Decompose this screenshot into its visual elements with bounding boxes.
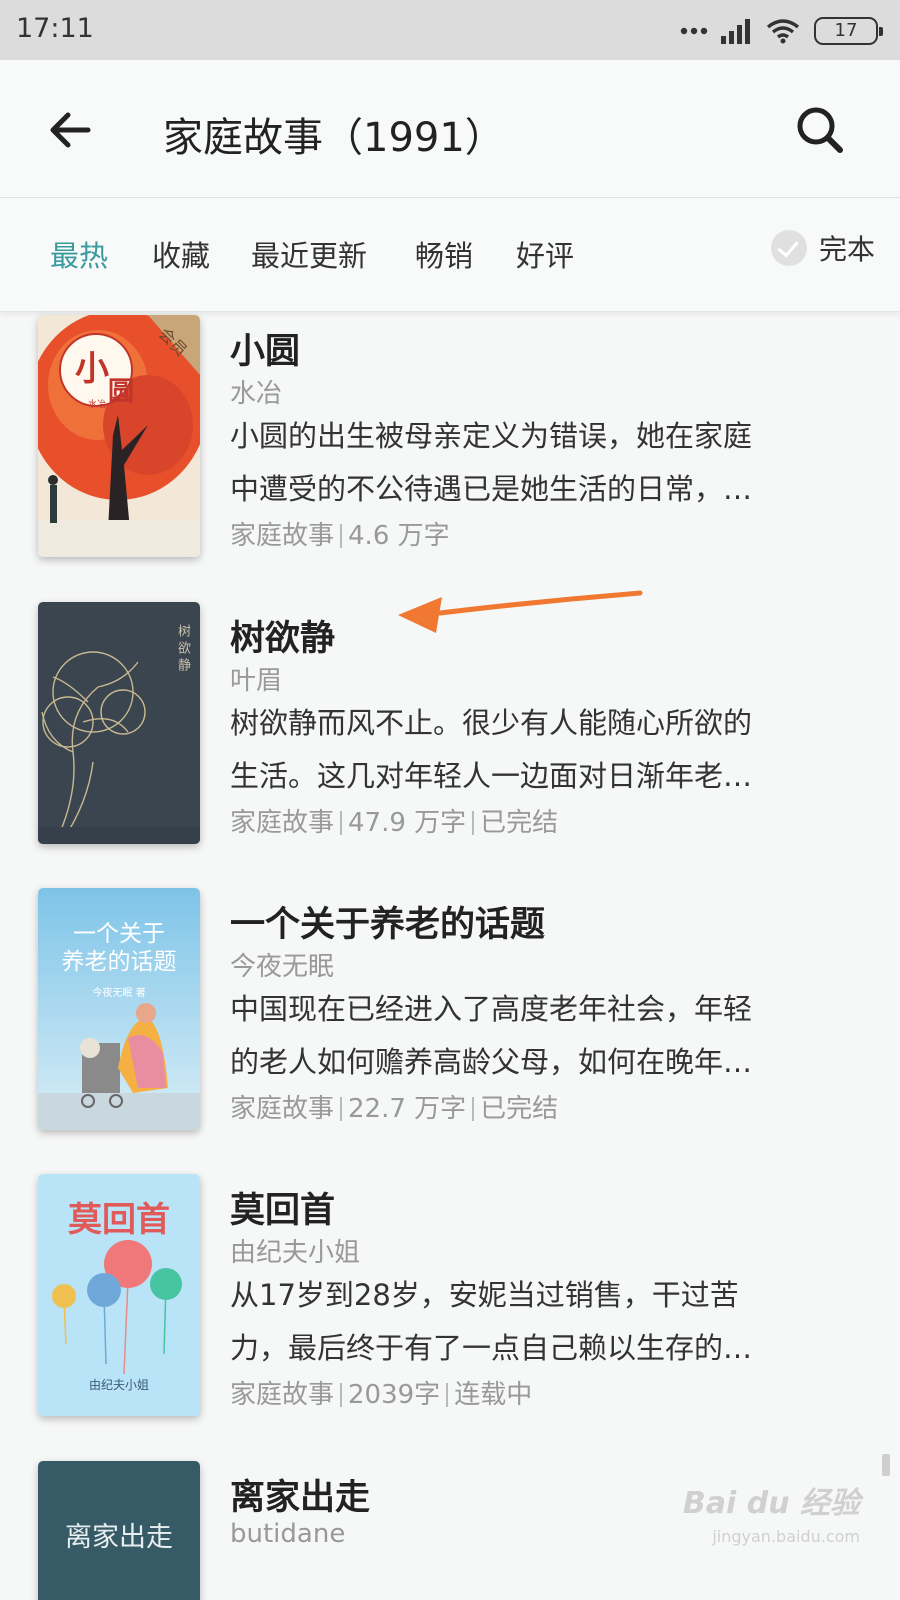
book-description-line: 中国现在已经进入了高度老年社会，年轻 bbox=[230, 992, 753, 1026]
signal-icon bbox=[721, 19, 750, 44]
back-button[interactable] bbox=[40, 100, 100, 160]
book-list-item[interactable]: 一个关于 养老的话题 今夜无眠 著 一个关于养老的话题 今夜无眠 中国现在已经进… bbox=[0, 888, 900, 1138]
search-icon bbox=[797, 107, 843, 153]
cover-title-line: 一个关于 bbox=[73, 921, 165, 947]
book-description: 树欲静而风不止。很少有人能随心所欲的 生活。这几对年轻人一边面对日渐年老… bbox=[230, 697, 860, 803]
book-description: 中国现在已经进入了高度老年社会，年轻 的老人如何赡养高龄父母，如何在晚年… bbox=[230, 983, 860, 1089]
book-meta: 家庭故事 47.9 万字 已完结 bbox=[230, 802, 558, 839]
book-status: 已完结 bbox=[480, 1094, 559, 1124]
book-status: 连载中 bbox=[454, 1380, 533, 1410]
book-word-count: 2039字 bbox=[348, 1380, 441, 1410]
book-title: 一个关于养老的话题 bbox=[230, 905, 546, 945]
cover-author: 由纪夫小姐 bbox=[88, 1378, 149, 1392]
page-title: 家庭故事（1991） bbox=[163, 115, 505, 161]
book-cover: 一个关于 养老的话题 今夜无眠 著 bbox=[38, 888, 200, 1130]
book-category: 家庭故事 bbox=[230, 808, 335, 838]
complete-filter-toggle[interactable]: 完本 bbox=[770, 228, 875, 268]
status-icons bbox=[680, 14, 800, 48]
top-app-bar: 家庭故事（1991） bbox=[0, 60, 900, 198]
book-cover: 树欲静 bbox=[38, 602, 200, 844]
book-cover: 小 圆 水冶 会员 bbox=[38, 315, 200, 557]
book-description-line: 小圆的出生被母亲定义为错误，她在家庭 bbox=[230, 419, 753, 453]
scrollbar-thumb[interactable] bbox=[882, 1454, 890, 1476]
book-description-line: 树欲静而风不止。很少有人能随心所欲的 bbox=[230, 706, 753, 740]
filter-tab-hottest[interactable]: 最热 bbox=[50, 233, 108, 275]
complete-label: 完本 bbox=[818, 233, 875, 266]
more-dots-icon bbox=[680, 27, 708, 35]
cover-title: 莫回首 bbox=[68, 1200, 170, 1240]
book-title: 离家出走 bbox=[230, 1478, 371, 1518]
watermark-url: jingyan.baidu.com bbox=[712, 1527, 860, 1546]
filter-tab-recent-update[interactable]: 最近更新 bbox=[251, 233, 367, 275]
book-author: 叶眉 bbox=[230, 666, 283, 696]
book-author: 由纪夫小姐 bbox=[230, 1238, 361, 1268]
book-title: 树欲静 bbox=[230, 619, 336, 659]
cover-author: 今夜无眠 著 bbox=[92, 988, 146, 999]
status-time: 17:11 bbox=[16, 13, 94, 44]
book-word-count: 47.9 万字 bbox=[348, 808, 467, 838]
book-title: 小圆 bbox=[230, 332, 301, 372]
cover-title-char: 小 bbox=[75, 349, 109, 389]
filter-tab-bestselling[interactable]: 畅销 bbox=[415, 233, 473, 275]
wifi-icon bbox=[766, 19, 800, 44]
book-description-line: 从17岁到28岁，安妮当过销售，干过苦 bbox=[230, 1278, 739, 1312]
book-meta: 家庭故事 4.6 万字 bbox=[230, 515, 450, 552]
book-meta: 家庭故事 22.7 万字 已完结 bbox=[230, 1088, 558, 1125]
book-list-item[interactable]: 小 圆 水冶 会员 小圆 水冶 小圆的出生被母亲定义为错误，她在家庭 中遭受的不… bbox=[0, 315, 900, 565]
book-category: 家庭故事 bbox=[230, 521, 335, 551]
cover-title-line: 养老的话题 bbox=[61, 949, 177, 975]
book-description-line: 中遭受的不公待遇已是她生活的日常，… bbox=[230, 472, 753, 506]
cover-title-char: 圆 bbox=[108, 377, 135, 407]
book-list-item[interactable]: 莫回首 由纪夫小姐 莫回首 由纪夫小姐 从17岁到28岁，安妮当过销售，干过苦 … bbox=[0, 1174, 900, 1424]
book-description-line: 力，最后终于有了一点自己赖以生存的… bbox=[230, 1331, 753, 1365]
watermark-logo: Bai du 经验 bbox=[682, 1486, 860, 1521]
book-cover: 莫回首 由纪夫小姐 bbox=[38, 1174, 200, 1416]
book-title: 莫回首 bbox=[230, 1191, 336, 1231]
filter-tab-favorites[interactable]: 收藏 bbox=[152, 233, 210, 275]
book-category: 家庭故事 bbox=[230, 1380, 335, 1410]
book-author: butidane bbox=[230, 1519, 346, 1549]
status-bar: 17:11 17 bbox=[0, 0, 900, 60]
cover-title: 离家出走 bbox=[65, 1522, 173, 1553]
filter-tab-top-rated[interactable]: 好评 bbox=[516, 233, 574, 275]
annotation-arrow-icon bbox=[398, 590, 643, 633]
book-cover: 离家出走 bbox=[38, 1461, 200, 1600]
search-button[interactable] bbox=[790, 100, 850, 160]
arrow-left-icon bbox=[50, 112, 91, 148]
cover-title: 树欲静 bbox=[175, 624, 190, 675]
book-meta: 家庭故事 2039字 连载中 bbox=[230, 1374, 532, 1411]
book-description-line: 生活。这几对年轻人一边面对日渐年老… bbox=[230, 759, 753, 793]
book-author: 水冶 bbox=[230, 379, 283, 409]
book-author: 今夜无眠 bbox=[230, 952, 335, 982]
book-status: 已完结 bbox=[480, 808, 559, 838]
check-circle-icon bbox=[770, 230, 807, 266]
book-word-count: 4.6 万字 bbox=[348, 521, 450, 551]
book-word-count: 22.7 万字 bbox=[348, 1094, 467, 1124]
book-category: 家庭故事 bbox=[230, 1094, 335, 1124]
book-description-line: 的老人如何赡养高龄父母，如何在晚年… bbox=[230, 1045, 753, 1079]
cover-author-mark: 水冶 bbox=[88, 400, 107, 410]
book-description: 小圆的出生被母亲定义为错误，她在家庭 中遭受的不公待遇已是她生活的日常，… bbox=[230, 410, 860, 516]
book-description: 从17岁到28岁，安妮当过销售，干过苦 力，最后终于有了一点自己赖以生存的… bbox=[230, 1269, 860, 1375]
battery-indicator: 17 bbox=[814, 17, 883, 45]
filter-bar: 最热 收藏 最近更新 畅销 好评 完本 bbox=[0, 198, 900, 312]
